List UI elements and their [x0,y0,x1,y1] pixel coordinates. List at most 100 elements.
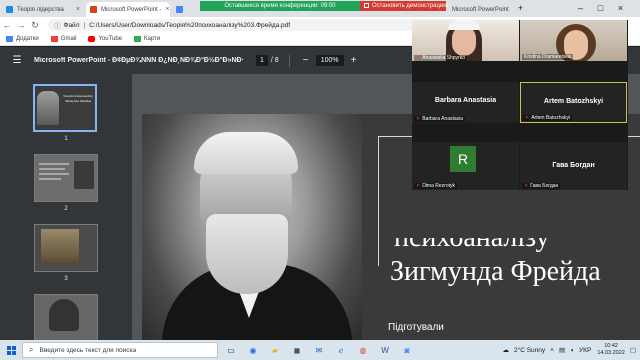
bookmark-youtube[interactable]: YouTube [88,36,122,42]
start-button[interactable] [0,345,22,355]
forward-icon[interactable]: → [14,20,28,30]
file-explorer-icon[interactable]: ▰ [266,343,284,357]
system-tray: ☁ 2°C Sunny ˄ ▤ ◖ УКР 10:42 14.03.2022 ▢ [498,343,640,357]
task-view-icon[interactable]: ▭ [222,343,240,357]
tray-chevron-icon[interactable]: ˄ [550,347,554,354]
zoom-app-icon[interactable]: ◙ [398,343,416,357]
pdf-title: Microsoft PowerPoint - Ð¢ÐµÐ¾ÑÑÑ Ð¿ÑÐ¸ÑÐ… [34,57,244,64]
url-text: C:/Users/User/Downloads/Теорія%20психоан… [89,21,291,29]
thumbnail-number: 2 [64,206,68,212]
slide-title-line-2: Зигмунда Фрейда [390,256,601,287]
taskbar-search[interactable]: ⌕ Введите здесь текст для поиска [22,342,218,358]
bookmark-gmail[interactable]: Gmail [50,36,76,42]
volume-icon[interactable]: ◖ [570,347,574,354]
participant-name-tag: ✕ Barbara Anastasia [414,116,466,122]
browser-tab-4[interactable]: Microsoft PowerPoint × [448,2,510,17]
stop-share-label: Остановить демонстрацию [372,3,448,9]
participant-label: Barbara Anastasia [434,97,497,104]
page-total: / 8 [270,57,279,64]
edge-icon[interactable]: ◉ [244,343,262,357]
zoom-out-icon[interactable]: − [300,55,312,66]
mail-icon[interactable]: ✉ [310,343,328,357]
close-window-icon[interactable]: × [612,1,629,16]
page-number-input[interactable]: 1 [256,55,268,66]
close-tab-icon[interactable]: × [72,6,80,13]
apps-icon [6,36,13,42]
ie-icon[interactable]: ℯ [332,343,350,357]
page-indicator: 1 / 8 [256,55,279,66]
participant-name: Гава Богдан [530,183,559,189]
thumbnail-page-4[interactable] [34,294,98,340]
new-tab-icon[interactable]: + [512,1,529,16]
portrait-hair [194,132,298,174]
participant-name-tag: Kristina Dramaretska [522,54,573,60]
thumbnail-image [41,229,79,263]
participant-name: Barbara Anastasia [422,116,464,122]
info-icon: ⓘ [54,23,61,30]
thumbnail-page-2[interactable] [34,154,98,202]
zoom-level[interactable]: 100% [315,55,344,66]
participant-name-tag: ✕ Гава Богдан [522,183,561,189]
mic-muted-icon: ✕ [525,115,530,121]
participant-tile-active-speaker[interactable]: Artem Batozhskyi ✕ Artem Batozhskyi [520,82,627,123]
toolbar-divider [288,54,290,67]
search-placeholder: Введите здесь текст для поиска [39,346,137,354]
back-icon[interactable]: ← [0,20,14,30]
thumbnail-image [49,299,79,331]
participant-name: Anastasiia Shpyrko [422,55,466,61]
zoom-in-icon[interactable]: + [348,55,360,66]
participant-tile[interactable]: Kristina Dramaretska [520,20,627,61]
bookmark-label: YouTube [98,36,123,42]
close-tab-icon[interactable]: × [509,6,510,13]
clock[interactable]: 10:42 14.03.2022 [597,343,625,357]
participant-name: Artem Batozhskyi [531,115,571,121]
menu-icon[interactable]: ☰ [6,55,28,66]
mic-muted-icon: ✕ [416,55,421,61]
notifications-icon[interactable]: ▢ [630,346,636,354]
windows-logo-icon [6,345,16,355]
network-icon[interactable]: ▤ [559,346,565,354]
minimize-icon[interactable]: – [572,1,589,16]
thumbnail-text-line [39,163,69,165]
participant-name: Kristina Dramaretska [524,54,571,60]
browser-tab-2[interactable]: Microsoft PowerPoint - × [86,2,170,17]
thumbnail-portrait [37,91,59,125]
thumbnail-page-1[interactable]: Теорія психоаналізу Зигмунда Фрейда [33,84,97,132]
video-conference-panel: ✕ Anastasiia Shpyrko Kristina Dramaretska… [412,20,628,190]
participant-tile[interactable]: Гава Богдан ✕ Гава Богдан [520,142,627,190]
browser-tab-3[interactable] [172,2,198,17]
stop-icon [364,3,369,8]
participant-tile[interactable]: ✕ Anastasiia Shpyrko [412,20,519,61]
thumbnail-title: Теорія психоаналізу Зигмунда Фрейда [63,94,93,103]
browser-tab-strip: Теорія лідерства × Microsoft PowerPoint … [0,0,640,17]
weather-icon: ☁ [502,347,510,354]
participant-label: Artem Batozhskyi [543,98,604,105]
mic-muted-icon: ✕ [416,183,421,189]
maps-icon [134,36,142,42]
stop-share-button[interactable]: Остановить демонстрацию [360,1,448,11]
language-indicator[interactable]: УКР [579,347,591,354]
reload-icon[interactable]: ↻ [28,20,42,31]
zoom-controls: − 100% + [300,55,360,66]
tab-favicon [6,6,13,13]
weather-text[interactable]: 2°C Sunny [514,347,545,354]
maximize-icon[interactable]: □ [592,1,609,16]
tab-label: Теорія лідерства [17,6,64,13]
bookmark-apps[interactable]: Додатки [6,36,39,42]
conference-timer-banner: Оставшееся время конференции: 09:00 [200,1,360,11]
store-icon[interactable]: ◼ [288,343,306,357]
participant-tile[interactable]: Barbara Anastasia ✕ Barbara Anastasia [412,82,519,123]
bookmark-label: Додатки [16,36,39,42]
close-tab-icon[interactable]: × [161,6,169,13]
clock-date: 14.03.2022 [597,350,625,356]
participant-video [448,20,480,30]
word-icon[interactable]: W [376,343,394,357]
browser-tab-1[interactable]: Теорія лідерства × [2,2,84,17]
bookmark-maps[interactable]: Карти [134,36,160,42]
bookmark-label: Карти [144,36,161,42]
thumbnail-page-3[interactable] [34,224,98,272]
chrome-icon[interactable]: ◍ [354,343,372,357]
mic-muted-icon: ✕ [524,183,529,189]
url-field[interactable]: ⓘ Файл | C:/Users/User/Downloads/Теорія%… [48,19,460,31]
participant-tile[interactable]: R ✕ Dima Rezrotyk [412,142,519,190]
